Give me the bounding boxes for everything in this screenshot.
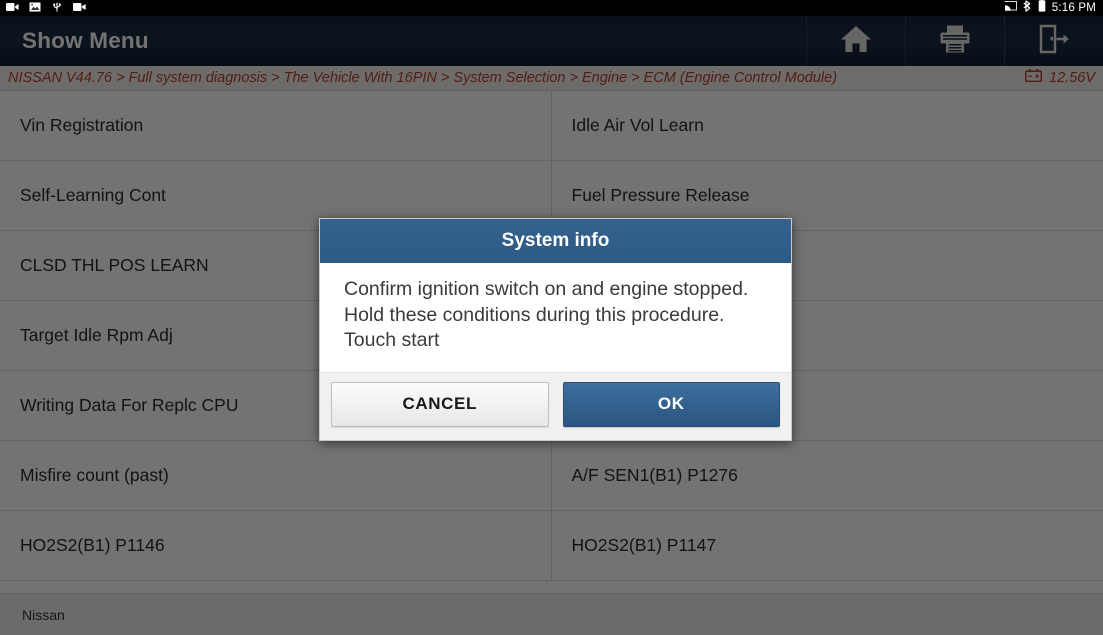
ok-button[interactable]: OK	[562, 381, 780, 427]
dialog-title: System info	[320, 219, 791, 263]
dialog-actions: CANCEL OK	[320, 371, 791, 440]
bluetooth-icon	[1023, 0, 1032, 17]
usb-icon	[51, 0, 63, 17]
battery-icon	[1038, 0, 1046, 17]
status-bar-left-icons	[0, 0, 86, 17]
cancel-button[interactable]: CANCEL	[331, 381, 549, 427]
status-bar-clock: 5:16 PM	[1051, 2, 1096, 14]
system-info-dialog: System info Confirm ignition switch on a…	[319, 218, 792, 441]
video-camera-icon	[73, 0, 86, 17]
video-camera-icon	[6, 0, 19, 17]
screen-cast-icon	[1004, 0, 1017, 17]
status-bar-right-icons: 5:16 PM	[1004, 0, 1103, 17]
tablet-screen: 5:16 PM Show Menu	[0, 0, 1103, 635]
image-icon	[29, 0, 41, 17]
dialog-message: Confirm ignition switch on and engine st…	[320, 263, 791, 372]
android-status-bar: 5:16 PM	[0, 0, 1103, 16]
